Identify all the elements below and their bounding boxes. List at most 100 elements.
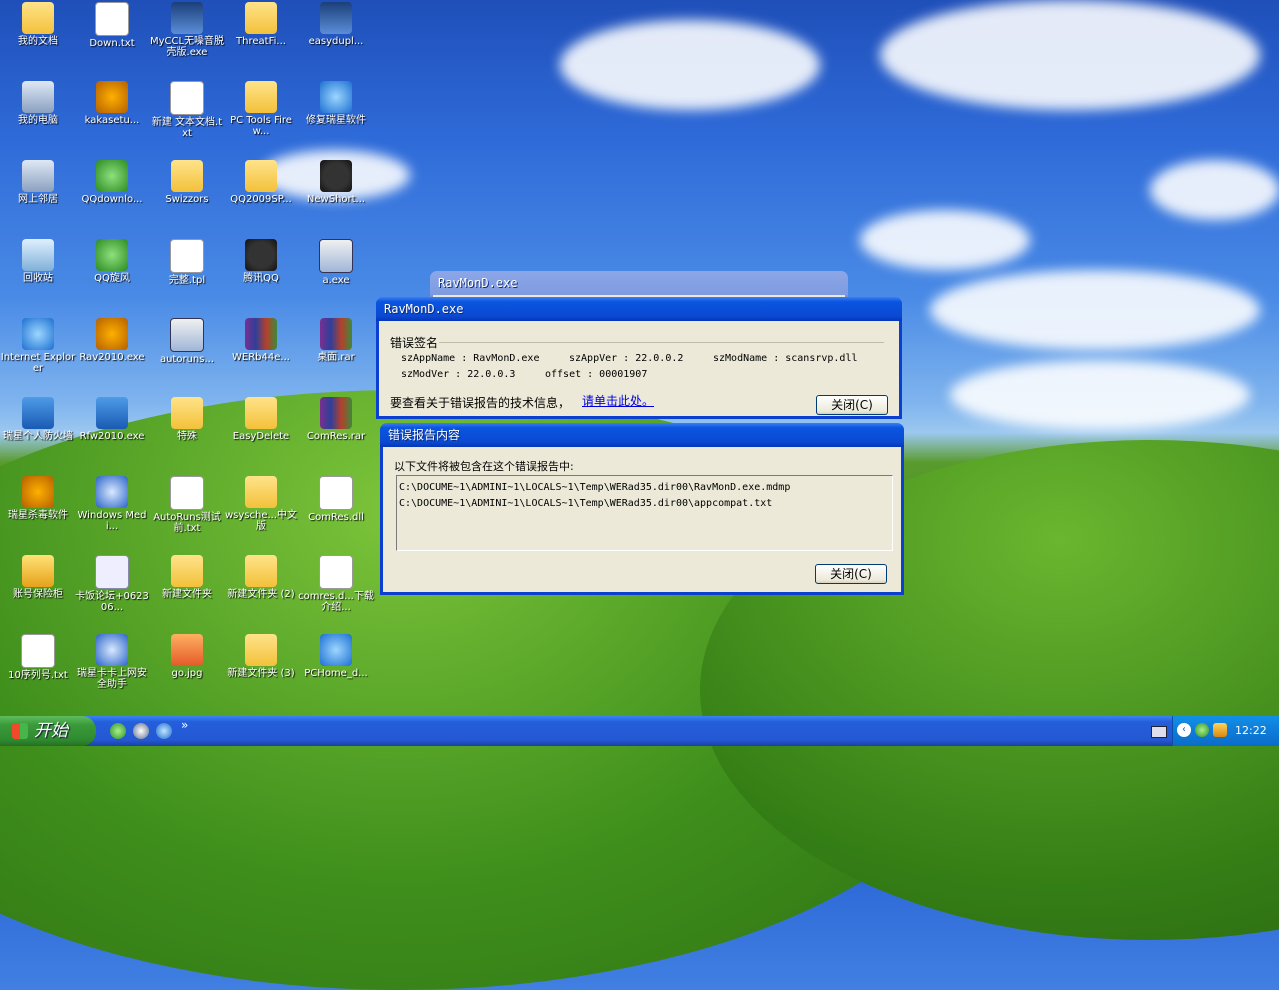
desktop-icon[interactable]: wsysche...中文版 (223, 476, 299, 532)
desktop-icon[interactable]: go.jpg (149, 634, 225, 679)
clock[interactable]: 12:22 (1235, 724, 1267, 737)
desktop-icon[interactable]: 瑞星个人防火墙 (0, 397, 76, 442)
desktop-icon[interactable]: comres.d...下载介绍... (298, 555, 374, 613)
desktop-icon-label: go.jpg (171, 668, 203, 679)
report-file-item: C:\DOCUME~1\ADMINI~1\LOCALS~1\Temp\WERad… (399, 482, 791, 493)
error-signature-window[interactable]: RavMonD.exe 错误签名 szAppName : RavMonD.exe… (376, 297, 902, 419)
start-button[interactable]: 开始 (0, 716, 96, 746)
desktop-icon[interactable]: Internet Explorer (0, 318, 76, 374)
desktop-icon-label: 网上邻居 (18, 194, 58, 205)
account-safe-icon (22, 555, 54, 587)
desktop-icon[interactable]: 新建文件夹 (3) (223, 634, 299, 679)
app-name-value: szAppName : RavMonD.exe (401, 353, 540, 364)
desktop-icon[interactable]: 回收站 (0, 239, 76, 284)
report-file-item: C:\DOCUME~1\ADMINI~1\LOCALS~1\Temp\WERad… (399, 498, 773, 509)
desktop-icon[interactable]: Windows Medi... (74, 476, 150, 532)
system-tray: ‹ 12:22 (1172, 716, 1279, 746)
desktop-icon[interactable]: Rfw2010.exe (74, 397, 150, 442)
desktop-icon[interactable]: PCHome_d... (298, 634, 374, 679)
desktop-icon[interactable]: 修复瑞星软件 (298, 81, 374, 126)
ie-icon[interactable] (156, 723, 172, 739)
report-window-title[interactable]: 错误报告内容 (380, 423, 904, 447)
desktop-icon[interactable]: 我的文档 (0, 2, 76, 47)
folder-icon (171, 160, 203, 192)
desktop-icon[interactable]: 新建文件夹 (2) (223, 555, 299, 600)
desktop-icon-label: 我的文档 (18, 36, 58, 47)
desktop-icon[interactable]: easydupl... (298, 2, 374, 47)
desktop-icon[interactable]: ComRes.dll (298, 476, 374, 523)
desktop-icon-label: QQ旋风 (94, 273, 130, 284)
qq-whirlwind-icon (96, 239, 128, 271)
report-close-button[interactable]: 关闭(C) (815, 564, 887, 584)
desktop-icon[interactable]: 网上邻居 (0, 160, 76, 205)
desktop-icon-label: ComRes.dll (308, 512, 364, 523)
quick-launch-overflow[interactable]: » (181, 718, 188, 732)
desktop-icon-label: MyCCL无噪音脱壳版.exe (149, 36, 225, 58)
desktop-icon-label: 卡饭论坛+0623 06... (75, 591, 149, 613)
desktop-icon[interactable]: PC Tools Firew... (223, 81, 299, 137)
desktop-icon[interactable]: 新建 文本文档.txt (149, 81, 225, 139)
tray-green-icon[interactable] (1195, 723, 1209, 737)
background-window-title[interactable]: RavMonD.exe (430, 271, 848, 295)
desktop-icon[interactable]: 10序列号.txt (0, 634, 76, 681)
tech-info-link[interactable]: 请单击此处。 (582, 392, 654, 409)
desktop-icon[interactable]: kakasetu... (74, 81, 150, 126)
tray-arrow-icon[interactable]: ‹ (1177, 723, 1191, 737)
desktop-icon-label: 新建文件夹 (3) (227, 668, 295, 679)
desktop-icon[interactable]: QQ2009SP... (223, 160, 299, 205)
desktop-icon[interactable]: 我的电脑 (0, 81, 76, 126)
ie-repair-icon (320, 81, 352, 113)
desktop-icon-label: Down.txt (89, 38, 135, 49)
report-file-list[interactable]: C:\DOCUME~1\ADMINI~1\LOCALS~1\Temp\WERad… (396, 475, 893, 551)
desktop-icon[interactable]: Swizzors (149, 160, 225, 205)
folder-icon (245, 476, 277, 508)
desktop-icon-label: WERb44e... (232, 352, 290, 363)
desktop-icon[interactable]: 瑞星杀毒软件 (0, 476, 76, 521)
desktop-icon[interactable]: WERb44e... (223, 318, 299, 363)
desktop-icon[interactable]: Down.txt (74, 2, 150, 49)
report-contents-window[interactable]: 错误报告内容 以下文件将被包含在这个错误报告中: C:\DOCUME~1\ADM… (380, 423, 904, 595)
desktop-icon-label: ThreatFi... (236, 36, 286, 47)
desktop-icon[interactable]: EasyDelete (223, 397, 299, 442)
desktop-icon[interactable]: NewShort... (298, 160, 374, 205)
desktop-icon[interactable]: 腾讯QQ (223, 239, 299, 284)
desktop-icon[interactable]: ComRes.rar (298, 397, 374, 442)
desktop-icon-label: 新建 文本文档.txt (151, 117, 223, 139)
desktop-icon[interactable]: Rav2010.exe (74, 318, 150, 363)
desktop-icon-label: 修复瑞星软件 (306, 115, 366, 126)
desktop-icon-label: AutoRuns测试前.txt (153, 512, 221, 534)
keyboard-icon[interactable] (1151, 726, 1167, 738)
desktop-icon-label: 10序列号.txt (8, 670, 68, 681)
desktop-icon[interactable]: a.exe (298, 239, 374, 286)
folder-icon (245, 555, 277, 587)
close-button[interactable]: 关闭(C) (816, 395, 888, 415)
desktop-icon[interactable]: MyCCL无噪音脱壳版.exe (149, 2, 225, 58)
desktop-icon[interactable]: QQ旋风 (74, 239, 150, 284)
rising-lion-icon (96, 318, 128, 350)
desktop-icon[interactable]: 瑞星卡卡上网安全助手 (74, 634, 150, 690)
media-player-icon[interactable] (133, 723, 149, 739)
desktop-icon[interactable]: 完整.tpl (149, 239, 225, 286)
desktop-icon[interactable]: 特殊 (149, 397, 225, 442)
desktop-icon[interactable]: 新建文件夹 (149, 555, 225, 600)
kaka-assistant-icon (96, 634, 128, 666)
qq-penguin-icon (320, 160, 352, 192)
desktop-icon-label: 完整.tpl (168, 275, 206, 286)
desktop-icon-label: Windows Medi... (77, 510, 147, 532)
section-divider (439, 342, 884, 343)
internet-explorer-icon (22, 318, 54, 350)
error-window-title[interactable]: RavMonD.exe (376, 297, 902, 321)
desktop-icon[interactable]: 账号保险柜 (0, 555, 76, 600)
text-file-icon (319, 555, 353, 589)
desktop-icon[interactable]: 桌面.rar (298, 318, 374, 363)
quick-launch-green-icon[interactable] (110, 723, 126, 739)
qq-installer-icon (245, 160, 277, 192)
desktop-icon[interactable]: 卡饭论坛+0623 06... (74, 555, 150, 613)
desktop-icon-label: 特殊 (177, 431, 197, 442)
desktop-icon[interactable]: ThreatFi... (223, 2, 299, 47)
tray-rising-icon[interactable] (1213, 723, 1227, 737)
desktop-icon[interactable]: AutoRuns测试前.txt (149, 476, 225, 534)
pctools-firewall-icon (245, 81, 277, 113)
desktop-icon[interactable]: autoruns... (149, 318, 225, 365)
desktop-icon[interactable]: QQdownlo... (74, 160, 150, 205)
